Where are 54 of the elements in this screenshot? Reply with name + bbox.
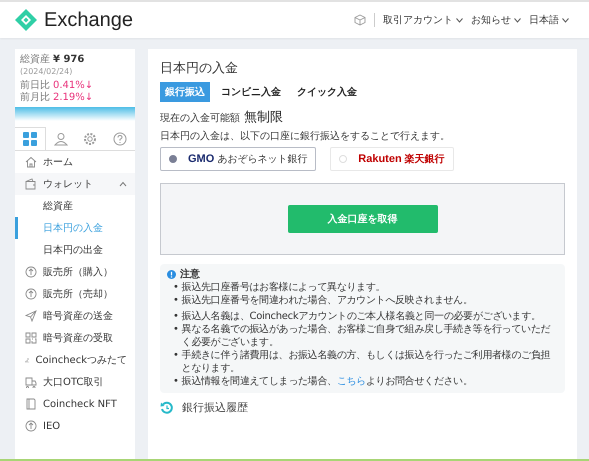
chevron-down-icon [562, 18, 569, 22]
bullet-mark: • [173, 323, 179, 337]
notice-item: 異なる名義での振込があった場合、お客様ご自身で組み戻し手続き等を行っていただく必要がございます。 [182, 323, 552, 349]
qr-code-icon [25, 332, 37, 344]
chevron-down-icon [456, 18, 463, 22]
page-title: 日本円の入金 [160, 60, 239, 77]
info-icon [167, 270, 176, 279]
bullet-mark: • [173, 294, 179, 307]
bullet-mark: • [173, 349, 179, 363]
change-value: 0.41%↓ [53, 80, 94, 92]
history-icon [160, 401, 174, 415]
change-value: 2.19%↓ [53, 92, 94, 104]
notice-item: 振込情報を間違えてしまった場合、こちら よりお問合せください。 [182, 375, 474, 388]
limit-value: 無制限 [244, 109, 283, 126]
dashboard-tab[interactable] [15, 127, 46, 150]
bullet-mark: • [173, 281, 179, 294]
change-label: 前月比 [20, 92, 50, 104]
notice-item: 振込人名義は、Coincheckアカウントのご本人様名義と同一の必要がございます。 [182, 310, 542, 323]
history-title: 銀行振込履歴 [182, 401, 248, 415]
sidebar-item[interactable]: ウォレット [15, 173, 135, 195]
header-menu[interactable]: お知らせ [471, 13, 521, 27]
card-icon [25, 398, 37, 410]
header-menu[interactable]: 日本語 [529, 13, 569, 27]
description-text: 日本円の入金は、以下の口座に銀行振込をすることで行えます。 [160, 130, 451, 143]
bullet-mark: • [173, 375, 179, 388]
settings-icon [83, 132, 98, 146]
cube-icon[interactable] [354, 14, 366, 26]
coin-arrow-icon [25, 420, 37, 432]
bank-option[interactable]: GMO あおぞらネット銀行 [160, 147, 316, 171]
coin-arrow-icon [25, 288, 37, 300]
coin-arrow-icon [25, 266, 37, 278]
house-icon [25, 156, 37, 168]
grid-icon [22, 132, 37, 146]
paper-plane-icon [25, 310, 37, 322]
total-label: 総資産 [20, 54, 50, 66]
date-text: (2024/02/24) [20, 66, 72, 78]
total-value: ¥ 976 [53, 54, 84, 66]
change-label: 前日比 [20, 80, 50, 92]
header-menu[interactable]: 取引アカウント [383, 13, 463, 27]
bank-option[interactable]: Rakuten 楽天銀行 [330, 147, 454, 171]
notice-title: 注意 [180, 268, 200, 281]
truck-icon [25, 376, 37, 388]
help-icon [113, 132, 128, 146]
chevron-down-icon [514, 18, 521, 22]
diamond-logo-icon [14, 8, 38, 32]
notice-item: 手続きに伴う諸費用は、お振込名義の方、もしくは振込を行ったご利用者様のご負担となります。 [182, 349, 552, 375]
person-icon [54, 132, 68, 146]
chevron-up-icon [119, 181, 127, 187]
limit-label: 現在の入金可能額 [160, 112, 240, 125]
bullet-mark: • [173, 310, 179, 323]
notice-item: 振込先口座番号はお客様によって異なります。 [182, 281, 386, 294]
wallet-icon [25, 178, 37, 190]
logo-text: Exchange [44, 8, 133, 32]
notice-item: 振込先口座番号を間違われた場合、アカウントへ反映されません。 [182, 294, 474, 307]
